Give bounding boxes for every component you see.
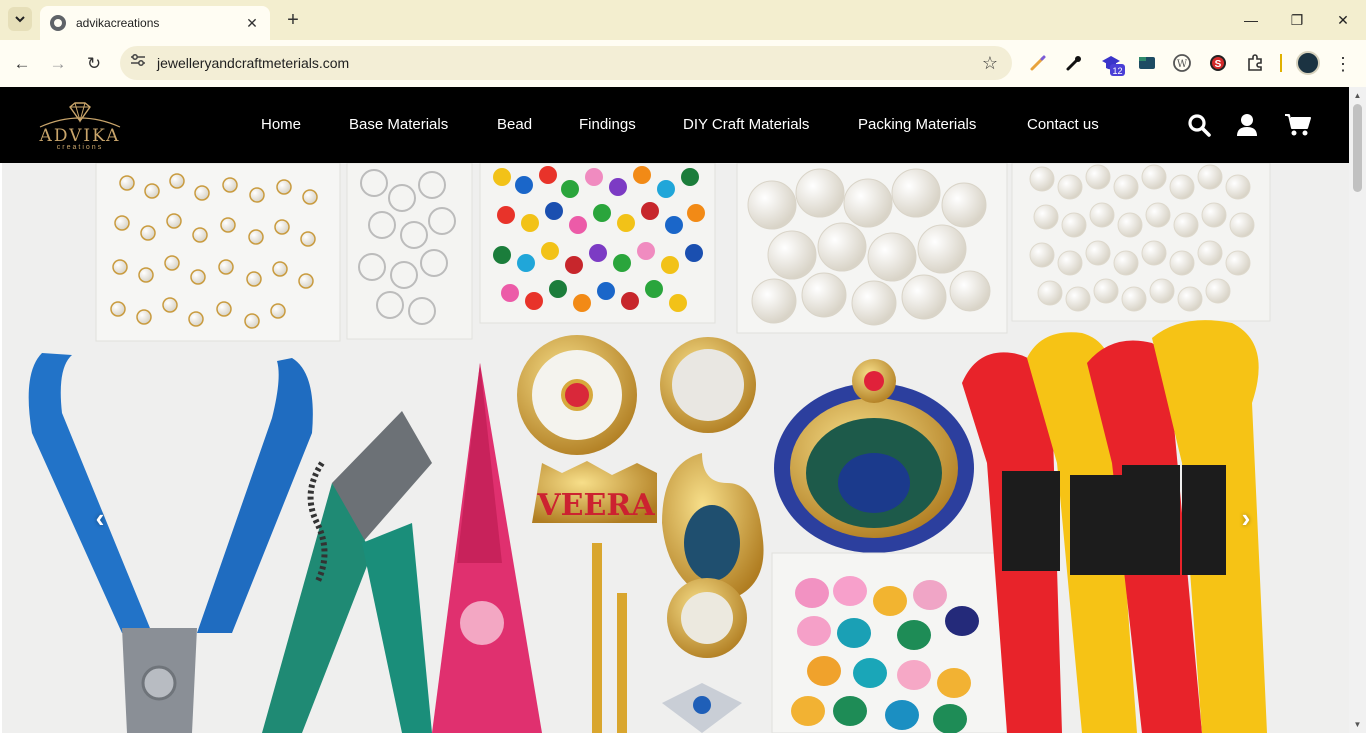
profile-avatar[interactable]: [1296, 51, 1320, 75]
slider-prev-button[interactable]: ‹: [90, 503, 110, 533]
nav-home[interactable]: Home: [261, 116, 301, 133]
eyedropper-icon[interactable]: [1064, 53, 1084, 73]
new-tab-button[interactable]: +: [282, 9, 304, 31]
window-close-button[interactable]: ✕: [1333, 10, 1353, 30]
extension-badge: 12: [1112, 66, 1122, 76]
toolbar-separator: [1280, 54, 1282, 72]
tab-strip: advikacreations ✕ + — ❐ ✕: [0, 0, 1366, 40]
hero-image: VEERA: [2, 163, 1349, 733]
back-button[interactable]: ←: [10, 52, 34, 76]
s-logo-icon[interactable]: S: [1208, 53, 1228, 73]
puzzle-icon[interactable]: [1245, 53, 1265, 73]
tab-close-button[interactable]: ✕: [244, 15, 260, 31]
svg-text:S: S: [1215, 59, 1222, 70]
nav-findings[interactable]: Findings: [579, 116, 636, 133]
forward-button[interactable]: →: [46, 52, 70, 76]
restore-button[interactable]: ❐: [1287, 10, 1307, 30]
user-icon[interactable]: [1234, 112, 1260, 138]
tab-title: advikacreations: [76, 16, 160, 30]
site-header: ADVIKA creations Home Base Materials Bea…: [0, 87, 1349, 163]
nav-contact-us[interactable]: Contact us: [1027, 116, 1099, 133]
pen-icon[interactable]: [1028, 53, 1048, 73]
page-scrollbar[interactable]: ▲ ▼: [1349, 87, 1366, 733]
nav-diy-craft-materials[interactable]: DIY Craft Materials: [683, 116, 809, 133]
wordpress-icon[interactable]: W: [1172, 53, 1192, 73]
nav-bead[interactable]: Bead: [497, 116, 532, 133]
tab-search-button[interactable]: [8, 7, 32, 31]
scroll-thumb[interactable]: [1353, 104, 1362, 192]
minimize-button[interactable]: —: [1241, 10, 1261, 30]
nav-base-materials[interactable]: Base Materials: [349, 116, 448, 133]
diamond-logo-icon: [39, 102, 121, 128]
cart-icon[interactable]: [1284, 112, 1312, 138]
reload-button[interactable]: ↻: [82, 52, 106, 76]
scroll-down-arrow[interactable]: ▼: [1349, 716, 1366, 733]
chevron-down-icon: [15, 16, 25, 23]
hero-slider: VEERA ‹ ›: [2, 163, 1349, 733]
site-logo[interactable]: ADVIKA creations: [32, 101, 128, 151]
bookmark-star-icon[interactable]: ☆: [982, 53, 998, 73]
browser-tab[interactable]: advikacreations ✕: [40, 6, 270, 40]
scroll-up-arrow[interactable]: ▲: [1349, 87, 1366, 104]
site-info-icon[interactable]: [128, 53, 148, 73]
url-text: jewelleryandcraftmeterials.com: [157, 55, 350, 71]
web-page: ADVIKA creations Home Base Materials Bea…: [0, 87, 1366, 733]
logo-text: ADVIKA: [39, 126, 121, 146]
slider-next-button[interactable]: ›: [1236, 503, 1256, 533]
nav-packing-materials[interactable]: Packing Materials: [858, 116, 976, 133]
graduation-cap-icon[interactable]: 12: [1100, 53, 1125, 76]
search-icon[interactable]: [1186, 112, 1212, 138]
browser-toolbar: ← → ↻ jewelleryandcraftmeterials.com ☆ 1…: [0, 40, 1366, 87]
folder-icon[interactable]: [1137, 53, 1157, 73]
favicon-icon: [50, 15, 66, 31]
svg-text:W: W: [1177, 59, 1188, 70]
browser-menu-button[interactable]: ⋮: [1334, 52, 1352, 76]
logo-subtitle: creations: [56, 144, 104, 151]
address-bar[interactable]: jewelleryandcraftmeterials.com ☆: [120, 46, 1012, 80]
veera-text: VEERA: [536, 488, 655, 523]
